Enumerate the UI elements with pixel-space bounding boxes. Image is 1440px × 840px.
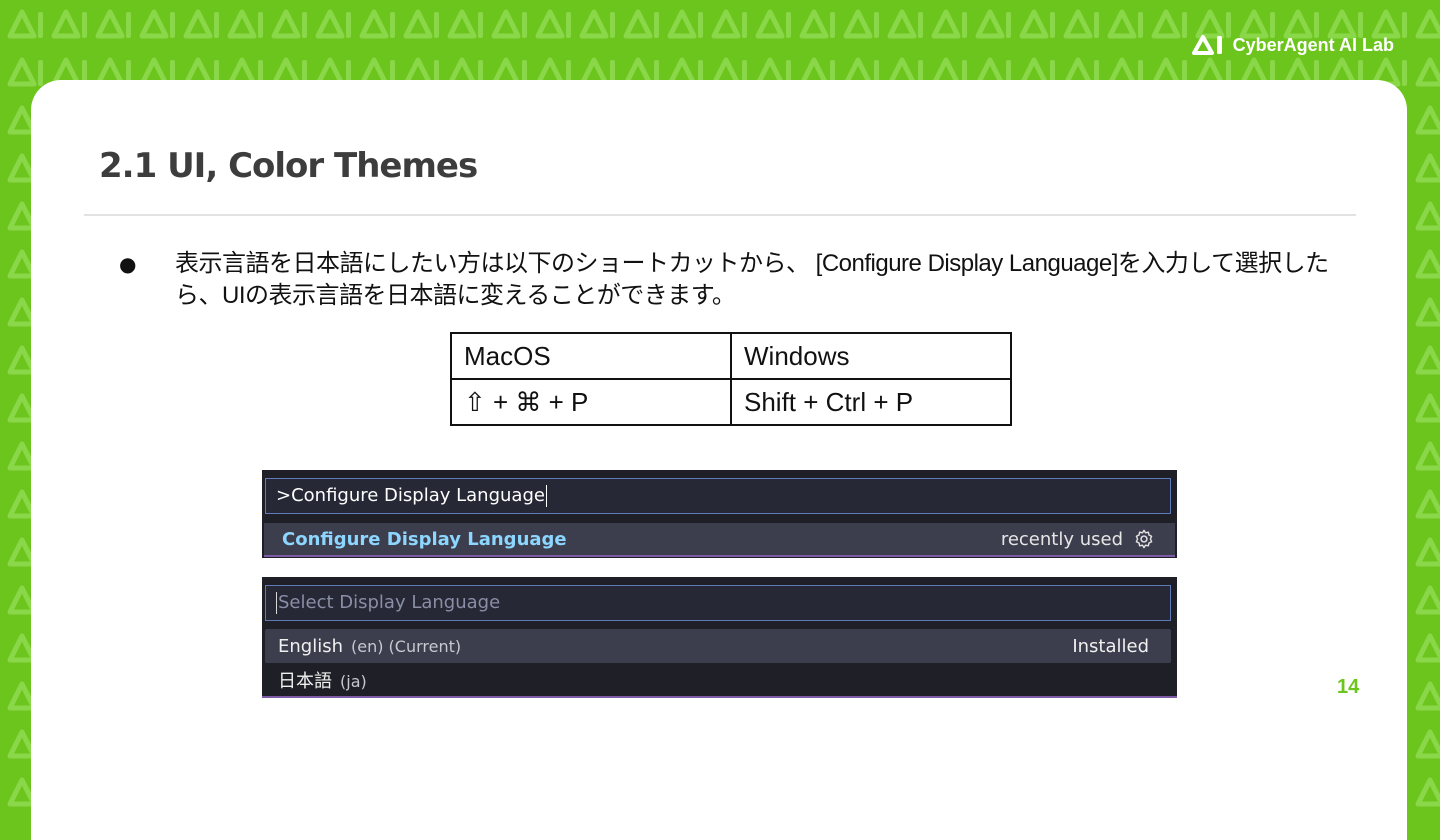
- language-name: English: [278, 635, 343, 657]
- language-option-english[interactable]: English (en) (Current) Installed: [265, 629, 1171, 663]
- slide-card: 2.1 UI, Color Themes ● 表示言語を日本語にしたい方は以下の…: [31, 80, 1407, 840]
- language-option-japanese[interactable]: 日本語 (ja): [265, 663, 1171, 697]
- language-option-main: 日本語 (ja): [278, 667, 367, 693]
- title-divider: [84, 214, 1356, 216]
- language-picker-screenshot: Select Display Language English (en) (Cur…: [262, 577, 1177, 698]
- table-row: ⇧ + ⌘ + P Shift + Ctrl + P: [450, 378, 1012, 426]
- table-header-macos: MacOS: [450, 332, 732, 380]
- ai-logo-icon: [1191, 35, 1222, 55]
- command-palette-screenshot: >Configure Display Language Configure Di…: [262, 470, 1177, 558]
- recently-used-label: recently used: [1000, 528, 1123, 550]
- brand-name: CyberAgent AI Lab: [1232, 34, 1394, 55]
- bullet-item: ● 表示言語を日本語にしたい方は以下のショートカットから、 [Configure…: [119, 248, 1359, 312]
- command-input[interactable]: >Configure Display Language: [265, 478, 1171, 514]
- command-result-item[interactable]: Configure Display Language recently used: [264, 523, 1175, 557]
- installed-label: Installed: [1072, 635, 1149, 657]
- page-number: 14: [1337, 676, 1360, 698]
- text-caret: [276, 592, 277, 614]
- bullet-dot-icon: ●: [119, 252, 137, 276]
- language-option-main: English (en) (Current): [278, 636, 461, 657]
- language-detail: (ja): [340, 672, 367, 691]
- slide-title: 2.1 UI, Color Themes: [99, 146, 478, 186]
- language-detail: (en) (Current): [351, 636, 462, 656]
- windows-shortcut: Shift + Ctrl + P: [730, 378, 1012, 426]
- command-result-label: Configure Display Language: [282, 528, 567, 550]
- command-input-value: >Configure Display Language: [276, 485, 545, 506]
- text-caret: [545, 485, 547, 507]
- brand-logo: CyberAgent AI Lab: [1191, 32, 1394, 58]
- shortcut-table: MacOS Windows ⇧ + ⌘ + P Shift + Ctrl + P: [450, 332, 1012, 426]
- bullet-text: 表示言語を日本語にしたい方は以下のショートカットから、 [Configure D…: [175, 250, 1329, 309]
- table-header-row: MacOS Windows: [450, 332, 1012, 380]
- panel-bottom-border: [262, 696, 1177, 698]
- gear-icon[interactable]: [1133, 528, 1155, 550]
- macos-shortcut: ⇧ + ⌘ + P: [450, 378, 732, 426]
- language-name: 日本語: [278, 671, 332, 692]
- language-input-placeholder: Select Display Language: [278, 592, 501, 613]
- table-header-windows: Windows: [730, 332, 1012, 380]
- command-result-meta: recently used: [1001, 528, 1155, 550]
- language-search-input[interactable]: Select Display Language: [265, 585, 1171, 621]
